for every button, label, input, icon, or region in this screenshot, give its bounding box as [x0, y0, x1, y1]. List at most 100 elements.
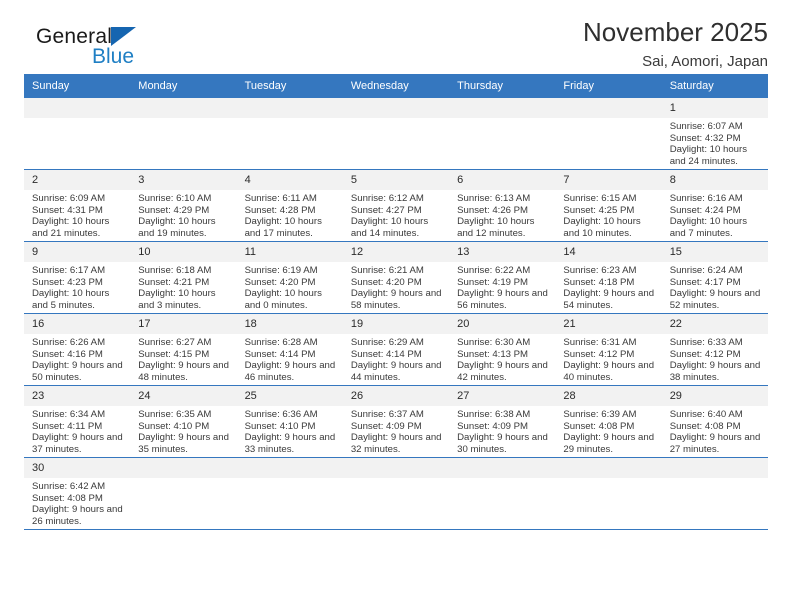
calendar-day-cell[interactable]: 27 Sunrise: 6:38 AM Sunset: 4:09 PM Dayligh…	[449, 385, 556, 458]
sunset-text: Sunset: 4:15 PM	[138, 348, 210, 360]
sunrise-text: Sunrise: 6:24 AM	[669, 265, 743, 276]
calendar-day-cell[interactable]: 26 Sunrise: 6:37 AM Sunset: 4:09 PM Dayligh…	[342, 385, 450, 458]
day-details: Sunrise: 6:16 AM Sunset: 4:24 PM Daylight:…	[662, 190, 768, 239]
calendar-day-cell[interactable]: 22 Sunrise: 6:33 AM Sunset: 4:12 PM Dayligh…	[661, 313, 768, 386]
calendar-day-cell[interactable]: 19 Sunrise: 6:29 AM Sunset: 4:14 PM Dayligh…	[342, 313, 450, 386]
day-details: Sunrise: 6:17 AM Sunset: 4:23 PM Daylight:…	[24, 262, 130, 311]
calendar-day-cell[interactable]: 23 Sunrise: 6:34 AM Sunset: 4:11 PM Dayligh…	[24, 385, 131, 458]
calendar-day-cell[interactable]: 20 Sunrise: 6:30 AM Sunset: 4:13 PM Dayligh…	[449, 313, 556, 386]
triangle-flag-icon	[111, 27, 136, 46]
calendar-day-cell[interactable]: 21 Sunrise: 6:31 AM Sunset: 4:12 PM Dayligh…	[555, 313, 662, 386]
sunset-text: Sunset: 4:08 PM	[669, 420, 741, 432]
sunset-text: Sunset: 4:23 PM	[32, 276, 103, 288]
empty-day	[555, 458, 662, 529]
sunset-text: Sunset: 4:32 PM	[669, 132, 741, 144]
calendar-day-cell[interactable]: 7 Sunrise: 6:15 AM Sunset: 4:25 PM Daylight…	[555, 169, 662, 242]
empty-day	[236, 458, 343, 529]
sunrise-text: Sunrise: 6:29 AM	[350, 337, 424, 348]
calendar-day-cell[interactable]: 28 Sunrise: 6:39 AM Sunset: 4:08 PM Dayligh…	[555, 385, 662, 458]
calendar-day-cell[interactable]: 29 Sunrise: 6:40 AM Sunset: 4:08 PM Dayligh…	[661, 385, 768, 458]
sunset-text: Sunset: 4:12 PM	[669, 348, 741, 360]
day-content: 25 Sunrise: 6:36 AM Sunset: 4:10 PM Dayligh…	[236, 386, 343, 457]
calendar-day-cell[interactable]: 14 Sunrise: 6:23 AM Sunset: 4:18 PM Dayligh…	[555, 241, 662, 314]
calendar-day-cell[interactable]: 30 Sunrise: 6:42 AM Sunset: 4:08 PM Dayligh…	[24, 457, 131, 530]
calendar-week-row: 23 Sunrise: 6:34 AM Sunset: 4:11 PM Dayligh…	[24, 385, 768, 458]
calendar-day-cell[interactable]: 9 Sunrise: 6:17 AM Sunset: 4:23 PM Daylight…	[24, 241, 131, 314]
calendar-day-cell[interactable]: 3 Sunrise: 6:10 AM Sunset: 4:29 PM Daylight…	[130, 169, 237, 242]
day-details: Sunrise: 6:11 AM Sunset: 4:28 PM Daylight:…	[237, 190, 343, 239]
calendar-week-row: 16 Sunrise: 6:26 AM Sunset: 4:16 PM Dayligh…	[24, 313, 768, 386]
day-details: Sunrise: 6:12 AM Sunset: 4:27 PM Daylight:…	[343, 190, 449, 239]
day-number: 9	[24, 242, 131, 262]
calendar-day-cell[interactable]: 6 Sunrise: 6:13 AM Sunset: 4:26 PM Daylight…	[449, 169, 556, 242]
calendar-day-cell[interactable]: 1 Sunrise: 6:07 AM Sunset: 4:32 PM Daylight…	[661, 98, 768, 170]
calendar-day-cell[interactable]: 4 Sunrise: 6:11 AM Sunset: 4:28 PM Daylight…	[236, 169, 343, 242]
daylight-text: Daylight: 9 hours and 56 minutes.	[457, 288, 548, 311]
day-number: 10	[130, 242, 237, 262]
calendar-day-cell[interactable]: 17 Sunrise: 6:27 AM Sunset: 4:15 PM Dayligh…	[130, 313, 237, 386]
sunrise-text: Sunrise: 6:09 AM	[32, 193, 106, 204]
empty-day	[236, 98, 343, 169]
sunset-text: Sunset: 4:24 PM	[669, 204, 741, 216]
calendar-day-cell	[555, 98, 662, 170]
day-details: Sunrise: 6:10 AM Sunset: 4:29 PM Daylight:…	[130, 190, 236, 239]
sunset-text: Sunset: 4:26 PM	[457, 204, 529, 216]
daylight-text: Daylight: 9 hours and 52 minutes.	[669, 288, 761, 311]
calendar-day-cell[interactable]: 18 Sunrise: 6:28 AM Sunset: 4:14 PM Dayligh…	[236, 313, 343, 386]
daylight-text: Daylight: 9 hours and 30 minutes.	[457, 432, 548, 455]
day-number: 2	[24, 170, 131, 190]
sunrise-text: Sunrise: 6:13 AM	[457, 193, 531, 204]
day-content: 1 Sunrise: 6:07 AM Sunset: 4:32 PM Daylight…	[661, 98, 768, 169]
brand-name-blue: Blue	[92, 45, 135, 68]
day-content: 12 Sunrise: 6:21 AM Sunset: 4:20 PM Dayligh…	[342, 242, 450, 313]
sunrise-text: Sunrise: 6:22 AM	[457, 265, 531, 276]
sunrise-text: Sunrise: 6:35 AM	[138, 409, 212, 420]
calendar-day-cell[interactable]: 5 Sunrise: 6:12 AM Sunset: 4:27 PM Daylight…	[342, 169, 450, 242]
sunrise-text: Sunrise: 6:19 AM	[244, 265, 318, 276]
day-number	[449, 98, 556, 118]
day-content: 17 Sunrise: 6:27 AM Sunset: 4:15 PM Dayligh…	[130, 314, 237, 385]
day-details: Sunrise: 6:09 AM Sunset: 4:31 PM Daylight:…	[24, 190, 130, 239]
calendar-day-cell[interactable]: 11 Sunrise: 6:19 AM Sunset: 4:20 PM Dayligh…	[236, 241, 343, 314]
daylight-text: Daylight: 10 hours and 19 minutes.	[138, 216, 216, 239]
daylight-text: Daylight: 10 hours and 7 minutes.	[669, 216, 748, 239]
day-details: Sunrise: 6:23 AM Sunset: 4:18 PM Daylight:…	[555, 262, 661, 311]
calendar-day-cell[interactable]: 15 Sunrise: 6:24 AM Sunset: 4:17 PM Dayligh…	[661, 241, 768, 314]
day-content: 10 Sunrise: 6:18 AM Sunset: 4:21 PM Dayligh…	[130, 242, 237, 313]
calendar-day-cell[interactable]: 16 Sunrise: 6:26 AM Sunset: 4:16 PM Dayligh…	[24, 313, 131, 386]
day-number	[24, 98, 131, 118]
calendar-day-cell[interactable]: 2 Sunrise: 6:09 AM Sunset: 4:31 PM Daylight…	[24, 169, 131, 242]
daylight-text: Daylight: 9 hours and 26 minutes.	[32, 504, 123, 527]
day-content: 29 Sunrise: 6:40 AM Sunset: 4:08 PM Dayligh…	[661, 386, 768, 457]
day-number: 15	[661, 242, 768, 262]
daylight-text: Daylight: 10 hours and 5 minutes.	[32, 288, 110, 311]
daylight-text: Daylight: 9 hours and 33 minutes.	[244, 432, 336, 455]
calendar-day-cell[interactable]: 8 Sunrise: 6:16 AM Sunset: 4:24 PM Daylight…	[661, 169, 768, 242]
daylight-text: Daylight: 9 hours and 37 minutes.	[32, 432, 123, 455]
sunset-text: Sunset: 4:09 PM	[457, 420, 529, 432]
day-number	[449, 458, 556, 478]
day-content: 13 Sunrise: 6:22 AM Sunset: 4:19 PM Dayligh…	[449, 242, 556, 313]
calendar-day-cell[interactable]: 12 Sunrise: 6:21 AM Sunset: 4:20 PM Dayligh…	[342, 241, 450, 314]
empty-day	[661, 458, 768, 529]
day-content: 16 Sunrise: 6:26 AM Sunset: 4:16 PM Dayligh…	[24, 314, 131, 385]
calendar-day-cell[interactable]: 24 Sunrise: 6:35 AM Sunset: 4:10 PM Dayligh…	[130, 385, 237, 458]
day-number	[661, 458, 768, 478]
day-number: 23	[24, 386, 131, 406]
sunrise-text: Sunrise: 6:15 AM	[563, 193, 637, 204]
brand-logo[interactable]: General Blue	[36, 26, 236, 78]
daylight-text: Daylight: 9 hours and 50 minutes.	[32, 360, 123, 383]
day-number: 29	[661, 386, 768, 406]
day-number: 28	[555, 386, 662, 406]
calendar-day-cell[interactable]: 10 Sunrise: 6:18 AM Sunset: 4:21 PM Dayligh…	[130, 241, 237, 314]
calendar-day-cell[interactable]: 25 Sunrise: 6:36 AM Sunset: 4:10 PM Dayligh…	[236, 385, 343, 458]
day-details: Sunrise: 6:29 AM Sunset: 4:14 PM Daylight:…	[343, 334, 449, 383]
sunset-text: Sunset: 4:11 PM	[32, 420, 103, 432]
day-content: 3 Sunrise: 6:10 AM Sunset: 4:29 PM Daylight…	[130, 170, 237, 241]
weekday-header-tuesday: Tuesday	[236, 74, 343, 98]
calendar-day-cell[interactable]: 13 Sunrise: 6:22 AM Sunset: 4:19 PM Dayligh…	[449, 241, 556, 314]
empty-day	[555, 98, 662, 169]
calendar-day-cell	[236, 98, 343, 170]
sunset-text: Sunset: 4:28 PM	[244, 204, 316, 216]
calendar-body: 1 Sunrise: 6:07 AM Sunset: 4:32 PM Daylight…	[24, 98, 768, 530]
